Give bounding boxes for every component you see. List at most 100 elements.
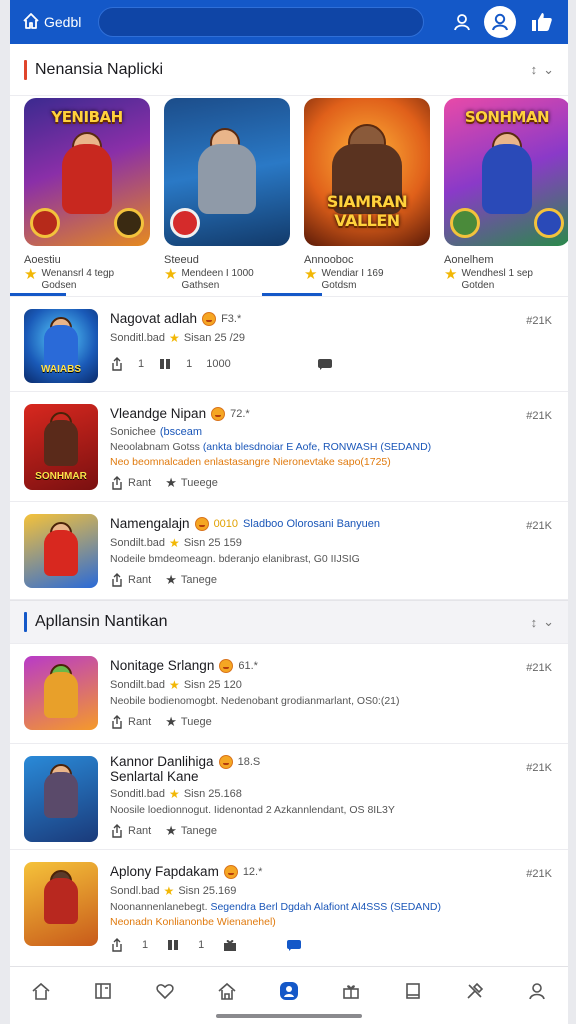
list-item[interactable]: WAIABS Nagovat adlah F3.* Sonditl.bad ★ … bbox=[10, 296, 568, 392]
app-thumbnail: WAIABS bbox=[24, 309, 98, 383]
review-button[interactable]: ★ Tuege bbox=[165, 715, 211, 729]
share-button[interactable] bbox=[110, 938, 124, 952]
rating: 12.* bbox=[242, 865, 263, 878]
nav-store[interactable] bbox=[207, 971, 247, 1011]
card-sub-line: Wendhesl 1 sep bbox=[461, 268, 533, 279]
smile-emoji-icon bbox=[223, 864, 238, 879]
home-label: Gedbl bbox=[44, 14, 82, 30]
action-label: Rant bbox=[128, 574, 152, 586]
card-sub: ★ Mendeen I 1000 Gathsen bbox=[164, 267, 290, 292]
message-button[interactable] bbox=[286, 938, 302, 952]
item-body: Nonitage Srlangn 61.* Sondilt.bad ★ Sisn… bbox=[98, 644, 568, 743]
name-row-2: Senlartal Kane bbox=[110, 769, 568, 784]
share-icon bbox=[112, 573, 122, 587]
review-button[interactable]: ★ Tueege bbox=[165, 476, 218, 490]
bookmark-button[interactable] bbox=[158, 357, 172, 371]
rank: #21K bbox=[526, 410, 552, 422]
rate-button[interactable]: Rant bbox=[110, 573, 151, 587]
avatar-button[interactable] bbox=[484, 6, 516, 38]
list-item[interactable]: SONHMAR Vleandge Nipan 72.* Sonichee (bs… bbox=[10, 392, 568, 502]
featured-carousel[interactable]: YENIBAH Aoestiu ★ Wenansrl 4 tegp Godsen … bbox=[10, 96, 568, 296]
name-row: Nonitage Srlangn 61.* bbox=[110, 658, 568, 673]
rate-button[interactable]: Rant bbox=[110, 824, 151, 838]
section-toggle[interactable]: ↕ ⌄ bbox=[531, 62, 554, 78]
nav-favorites[interactable] bbox=[145, 971, 185, 1011]
card-name: Annooboc bbox=[304, 254, 354, 266]
star-outline-icon: ★ bbox=[165, 823, 177, 838]
app-name-2: Senlartal Kane bbox=[110, 769, 199, 784]
desc-link[interactable]: Segendra Berl Dgdah Alafiont Al4SSS (SED… bbox=[210, 901, 441, 913]
rank: #21K bbox=[526, 520, 552, 532]
action-label: Tuege bbox=[180, 716, 212, 728]
like-button[interactable] bbox=[526, 6, 558, 38]
rate-button[interactable]: Rant bbox=[110, 476, 151, 490]
game-badge bbox=[30, 208, 60, 238]
meta-b: Sisan 25 /29 bbox=[183, 332, 245, 344]
meta-line: Sonditl.bad ★ Sisn 25.168 bbox=[110, 787, 568, 801]
nav-library[interactable] bbox=[83, 971, 123, 1011]
game-art-title: YENIBAH bbox=[51, 108, 123, 126]
section-toggle[interactable]: ↕ ⌄ bbox=[531, 614, 554, 630]
star-outline-icon: ★ bbox=[165, 475, 177, 490]
star-icon: ★ bbox=[444, 266, 458, 283]
home-icon bbox=[32, 982, 50, 1000]
nav-home[interactable] bbox=[21, 971, 61, 1011]
item-body: Vleandge Nipan 72.* Sonichee (bsceam Neo… bbox=[98, 392, 568, 501]
chevron-down-icon: ⌄ bbox=[543, 614, 554, 629]
nav-games[interactable] bbox=[331, 971, 371, 1011]
nav-tools[interactable] bbox=[455, 971, 495, 1011]
nav-account[interactable] bbox=[517, 971, 557, 1011]
card-sub-line: Wenansrl 4 tegp bbox=[41, 268, 115, 279]
list-item[interactable]: Kannor Danlihiga 18.S Senlartal Kane Son… bbox=[10, 744, 568, 850]
gift-button[interactable] bbox=[222, 938, 238, 952]
game-art: SIAMRAN VALLEN bbox=[304, 98, 430, 246]
section-title: Apllansin Nantikan bbox=[35, 613, 168, 630]
carousel-card[interactable]: Steeud ★ Mendeen I 1000 Gathsen bbox=[164, 96, 290, 296]
section-header-featured: Nenansia Naplicki ↕ ⌄ bbox=[10, 44, 568, 96]
smile-emoji-icon bbox=[219, 658, 234, 673]
game-art-title: SIAMRAN VALLEN bbox=[326, 192, 408, 230]
share-icon bbox=[112, 715, 122, 729]
star-icon: ★ bbox=[304, 266, 318, 283]
desc-text: Neoolabnam Gotss bbox=[110, 441, 200, 453]
gesture-bar bbox=[216, 1014, 362, 1018]
rating: 72.* bbox=[230, 407, 250, 420]
list-item[interactable]: Namengalajn 0010 Sladboo Olorosani Banyu… bbox=[10, 502, 568, 600]
name-row: Aplony Fapdakam 12.* bbox=[110, 864, 568, 879]
card-name: Aoestiu bbox=[24, 254, 61, 266]
home-icon bbox=[22, 12, 40, 33]
nav-profile-active[interactable] bbox=[269, 971, 309, 1011]
list-item[interactable]: Aplony Fapdakam 12.* Sondl.bad ★ Sisn 25… bbox=[10, 850, 568, 962]
game-art bbox=[164, 98, 290, 246]
meta-b: Sisn 25 120 bbox=[183, 679, 242, 691]
share-button[interactable] bbox=[110, 357, 124, 371]
review-button[interactable]: ★ Tanege bbox=[165, 824, 217, 838]
heart-icon bbox=[156, 983, 174, 999]
app-name: Nonitage Srlangn bbox=[110, 658, 215, 673]
list-item[interactable]: Nonitage Srlangn 61.* Sondilt.bad ★ Sisn… bbox=[10, 644, 568, 744]
bookmark-button[interactable] bbox=[166, 938, 180, 952]
thumb-figure bbox=[44, 672, 78, 718]
message-button[interactable] bbox=[317, 357, 333, 371]
carousel-card[interactable]: YENIBAH Aoestiu ★ Wenansrl 4 tegp Godsen bbox=[24, 96, 150, 296]
user-icon bbox=[529, 982, 545, 999]
search-input[interactable] bbox=[98, 7, 424, 37]
home-link[interactable]: Gedbl bbox=[22, 12, 98, 33]
review-button[interactable]: ★ Tanege bbox=[165, 573, 217, 587]
app-thumbnail bbox=[24, 656, 98, 730]
name-row: Kannor Danlihiga 18.S bbox=[110, 754, 568, 769]
desc-link[interactable]: (ankta blesdnoiar E Aofe, RONWASH (SEDAN… bbox=[203, 441, 431, 453]
carousel-card[interactable]: SONHMAN Aonelhem ★ Wendhesl 1 sep Gotden bbox=[444, 96, 568, 296]
tablet-icon bbox=[406, 982, 420, 999]
thumb-figure bbox=[44, 530, 78, 576]
rate-button[interactable]: Rant bbox=[110, 715, 151, 729]
profile-search-button[interactable] bbox=[446, 6, 478, 38]
game-art: SONHMAN bbox=[444, 98, 568, 246]
app-thumbnail: SONHMAR bbox=[24, 404, 98, 490]
carousel-card[interactable]: SIAMRAN VALLEN Annooboc ★ Wendiar I 169 G… bbox=[304, 96, 430, 296]
nav-tablet[interactable] bbox=[393, 971, 433, 1011]
item-body: Nagovat adlah F3.* Sonditl.bad ★ Sisan 2… bbox=[98, 297, 568, 391]
smile-emoji-icon bbox=[211, 406, 226, 421]
gift-icon bbox=[224, 940, 237, 951]
star-icon: ★ bbox=[163, 884, 175, 898]
